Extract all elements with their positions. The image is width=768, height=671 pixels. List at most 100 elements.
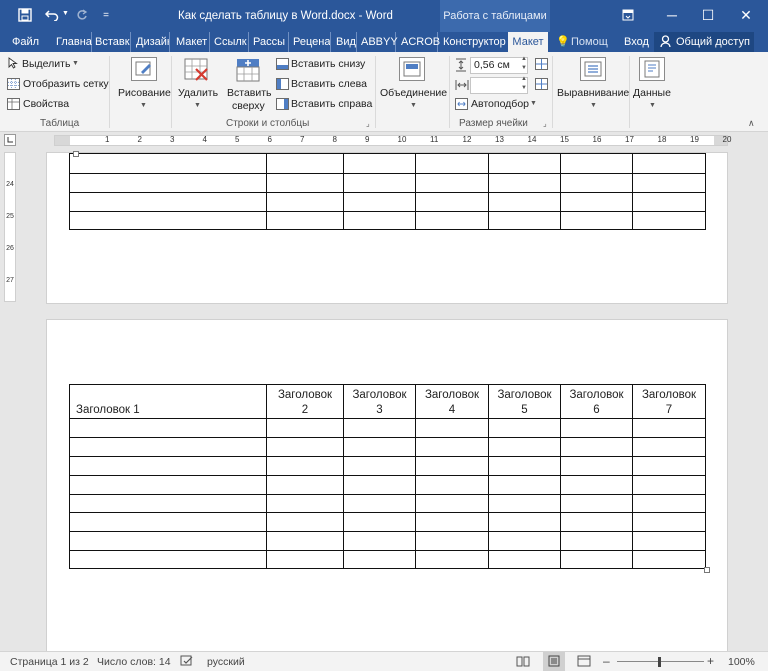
table-cell[interactable] — [343, 531, 416, 551]
table-cell[interactable] — [488, 173, 561, 193]
horizontal-ruler[interactable]: 1 2 3 4 5 6 7 8 9 10 11 12 13 14 15 16 17 18 19 20 — [54, 135, 731, 146]
spin-down-icon[interactable]: ▼ — [521, 65, 527, 71]
table-cell[interactable] — [266, 475, 344, 495]
dialog-launcher-icon[interactable]: ⌟ — [366, 119, 370, 128]
autofit-dropdown-icon[interactable]: ▼ — [530, 100, 537, 107]
table-cell[interactable] — [632, 550, 706, 569]
tab-abbyy[interactable]: ABBYY — [361, 32, 398, 52]
insert-below-button[interactable]: Вставить снизу — [291, 58, 365, 70]
row-height-input[interactable]: 0,56 см — [470, 57, 528, 74]
table-cell[interactable] — [343, 512, 416, 532]
table-cell[interactable] — [560, 512, 633, 532]
table-cell[interactable] — [560, 475, 633, 495]
distribute-columns-icon[interactable] — [535, 78, 548, 90]
table-cell[interactable] — [69, 531, 267, 551]
table-cell[interactable] — [415, 418, 489, 438]
tab-selector-icon[interactable] — [4, 134, 16, 146]
undo-dropdown-icon[interactable]: ▼ — [62, 10, 69, 17]
tab-table-design[interactable]: Конструктор — [443, 32, 506, 52]
zoom-in-button[interactable]: + — [707, 654, 714, 668]
table-cell[interactable] — [266, 531, 344, 551]
table-header-cell[interactable]: Заголовок 5 — [488, 384, 561, 419]
table-cell[interactable] — [415, 475, 489, 495]
table-cell[interactable] — [632, 418, 706, 438]
distribute-rows-icon[interactable] — [535, 58, 548, 70]
read-mode-icon[interactable] — [516, 655, 530, 670]
table-cell[interactable] — [488, 512, 561, 532]
tab-file[interactable]: Файл — [12, 32, 39, 52]
print-layout-icon[interactable] — [543, 652, 565, 671]
tab-page-layout[interactable]: Макет — [176, 32, 210, 52]
table-cell[interactable] — [632, 494, 706, 513]
merge-button[interactable]: Объединение — [380, 87, 447, 99]
undo-icon[interactable] — [42, 5, 62, 25]
draw-dropdown-icon[interactable]: ▼ — [140, 102, 147, 109]
table-cell[interactable] — [69, 153, 267, 174]
table-cell[interactable] — [415, 550, 489, 569]
table-cell[interactable] — [560, 531, 633, 551]
tab-review[interactable]: Рецена — [293, 32, 331, 52]
table-cell[interactable] — [69, 192, 267, 212]
table-cell[interactable] — [343, 173, 416, 193]
properties-button[interactable]: Свойства — [23, 98, 69, 110]
column-width-input[interactable] — [470, 77, 528, 94]
table-cell[interactable] — [560, 153, 633, 174]
table-header-cell[interactable]: Заголовок 4 — [415, 384, 489, 419]
table-cell[interactable] — [632, 512, 706, 532]
web-layout-icon[interactable] — [577, 655, 591, 670]
table-header-cell[interactable]: Заголовок 2 — [266, 384, 344, 419]
table-cell[interactable] — [343, 456, 416, 476]
table-move-handle[interactable] — [73, 151, 79, 157]
zoom-slider-thumb[interactable] — [658, 657, 661, 667]
table-cell[interactable] — [415, 192, 489, 212]
tab-references[interactable]: Ссылк — [214, 32, 249, 52]
table-cell[interactable] — [343, 418, 416, 438]
table-cell[interactable] — [69, 494, 267, 513]
alignment-dropdown-icon[interactable]: ▼ — [590, 102, 597, 109]
table-cell[interactable] — [415, 494, 489, 513]
table-cell[interactable] — [488, 211, 561, 230]
cell-size-launcher-icon[interactable]: ⌟ — [543, 119, 547, 128]
tell-me-box[interactable]: Помощ — [571, 32, 608, 52]
table-cell[interactable] — [266, 494, 344, 513]
minimize-button[interactable]: ─ — [656, 0, 688, 30]
draw-button[interactable]: Рисование — [118, 87, 171, 99]
table-cell[interactable] — [415, 173, 489, 193]
table-cell[interactable] — [266, 153, 344, 174]
table-header-cell[interactable]: Заголовок 6 — [560, 384, 633, 419]
table-cell[interactable] — [343, 475, 416, 495]
proofing-icon[interactable] — [180, 655, 194, 670]
table-cell[interactable] — [266, 550, 344, 569]
table-cell[interactable] — [266, 456, 344, 476]
share-button[interactable]: Общий доступ — [654, 32, 754, 52]
table-cell[interactable] — [415, 437, 489, 457]
insert-above-label-1[interactable]: Вставить — [227, 87, 272, 99]
table-cell[interactable] — [343, 494, 416, 513]
tab-view[interactable]: Вид — [336, 32, 357, 52]
table-cell[interactable] — [560, 550, 633, 569]
zoom-level[interactable]: 100% — [728, 656, 755, 668]
table-cell[interactable] — [266, 173, 344, 193]
select-dropdown-icon[interactable]: ▼ — [72, 60, 79, 67]
vertical-ruler[interactable]: 24 25 26 27 — [4, 152, 16, 302]
table-cell[interactable] — [632, 531, 706, 551]
table-resize-handle[interactable] — [704, 567, 710, 573]
customize-qat-icon[interactable]: = — [96, 5, 116, 25]
table-cell[interactable] — [266, 512, 344, 532]
insert-above-label-2[interactable]: сверху — [232, 100, 265, 112]
table-cell[interactable] — [488, 418, 561, 438]
table-cell[interactable] — [632, 211, 706, 230]
merge-dropdown-icon[interactable]: ▼ — [410, 102, 417, 109]
table-cell[interactable] — [560, 437, 633, 457]
insert-left-button[interactable]: Вставить слева — [291, 78, 367, 90]
table-cell[interactable] — [343, 153, 416, 174]
spin-down-icon-2[interactable]: ▼ — [521, 85, 527, 91]
table-cell[interactable] — [632, 437, 706, 457]
table-cell[interactable] — [488, 550, 561, 569]
table-cell[interactable] — [488, 153, 561, 174]
data-dropdown-icon[interactable]: ▼ — [649, 102, 656, 109]
table-1[interactable] — [69, 153, 706, 230]
select-button[interactable]: Выделить — [22, 58, 70, 70]
spin-up-icon-2[interactable]: ▲ — [521, 76, 527, 82]
tab-mailings[interactable]: Рассы — [253, 32, 289, 52]
